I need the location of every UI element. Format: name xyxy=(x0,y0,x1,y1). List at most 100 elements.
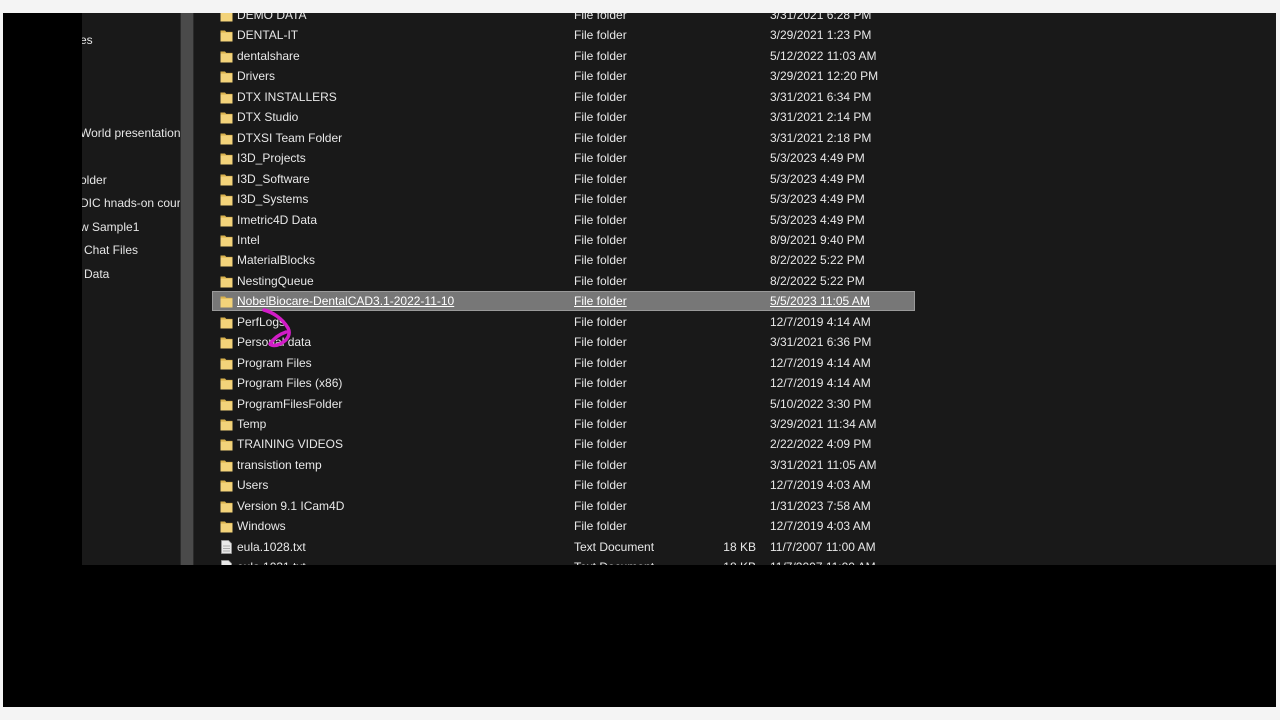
nav-item[interactable]: w Sample1 xyxy=(82,219,139,235)
table-row[interactable]: Personal data File folder 3/31/2021 6:36 P… xyxy=(212,332,915,352)
file-date-modified: 1/31/2023 7:58 AM xyxy=(770,498,871,513)
file-type: File folder xyxy=(574,457,627,472)
file-name: DENTAL-IT xyxy=(237,28,299,43)
file-date-modified: 12/7/2019 4:03 AM xyxy=(770,478,871,493)
nav-item[interactable]: es xyxy=(82,32,93,48)
navigation-pane: es World presentation r older DIC hnads-… xyxy=(82,13,180,565)
folder-icon xyxy=(220,131,233,145)
file-name: DTXSI Team Folder xyxy=(237,130,343,145)
folder-icon xyxy=(220,192,233,206)
file-type: File folder xyxy=(574,130,627,145)
file-date-modified: 11/7/2007 11:00 AM xyxy=(770,559,876,565)
table-row[interactable]: PerfLogs File folder 12/7/2019 4:14 AM xyxy=(212,312,915,332)
table-row[interactable]: transistion temp File folder 3/31/2021 11:… xyxy=(212,455,915,475)
frame-right xyxy=(1276,13,1280,707)
screen: es World presentation r older DIC hnads-… xyxy=(0,0,1280,720)
table-row[interactable]: Program Files File folder 12/7/2019 4:14 A… xyxy=(212,353,915,373)
table-row[interactable]: MaterialBlocks File folder 8/2/2022 5:22 P… xyxy=(212,250,915,270)
table-row[interactable]: I3D_Projects File folder 5/3/2023 4:49 PM xyxy=(212,148,915,168)
table-row[interactable]: eula.1031.txt Text Document 18 KB 11/7/2007… xyxy=(212,557,915,565)
table-row[interactable]: DTXSI Team Folder File folder 3/31/2021 2:… xyxy=(212,128,915,148)
file-date-modified: 8/9/2021 9:40 PM xyxy=(770,232,865,247)
file-date-modified: 3/31/2021 11:05 AM xyxy=(770,457,877,472)
folder-icon xyxy=(220,417,233,431)
nav-item[interactable]: World presentation r xyxy=(82,125,180,141)
file-date-modified: 5/10/2022 3:30 PM xyxy=(770,396,872,411)
table-row[interactable]: eula.1028.txt Text Document 18 KB 11/7/2007… xyxy=(212,537,915,557)
folder-icon xyxy=(220,315,233,329)
file-type: File folder xyxy=(574,192,627,207)
nav-item[interactable]: DIC hnads-on cour xyxy=(82,195,180,211)
file-date-modified: 5/12/2022 11:03 AM xyxy=(770,48,877,63)
nav-item[interactable]: Data xyxy=(84,266,109,282)
file-date-modified: 3/31/2021 6:36 PM xyxy=(770,335,872,350)
folder-icon xyxy=(220,356,233,370)
folder-icon xyxy=(220,13,233,22)
nav-item[interactable]: Chat Files xyxy=(84,242,138,258)
file-date-modified: 3/31/2021 6:34 PM xyxy=(770,89,872,104)
file-date-modified: 8/2/2022 5:22 PM xyxy=(770,253,865,268)
frame-top xyxy=(0,0,1280,13)
table-row[interactable]: I3D_Systems File folder 5/3/2023 4:49 PM xyxy=(212,189,915,209)
file-type: File folder xyxy=(574,232,627,247)
table-row[interactable]: Temp File folder 3/29/2021 11:34 AM xyxy=(212,414,915,434)
file-name: transistion temp xyxy=(237,457,322,472)
table-row[interactable]: DENTAL-IT File folder 3/29/2021 1:23 PM xyxy=(212,25,915,45)
folder-icon xyxy=(220,253,233,267)
table-row[interactable]: dentalshare File folder 5/12/2022 11:03 AM xyxy=(212,46,915,66)
file-date-modified: 3/31/2021 2:18 PM xyxy=(770,130,872,145)
file-type: File folder xyxy=(574,437,627,452)
file-date-modified: 12/7/2019 4:14 AM xyxy=(770,355,871,370)
file-name: Windows xyxy=(237,519,286,534)
table-row[interactable]: Intel File folder 8/9/2021 9:40 PM xyxy=(212,230,915,250)
folder-icon xyxy=(220,172,233,186)
folder-icon xyxy=(220,28,233,42)
file-name: Temp xyxy=(237,417,267,431)
nav-item[interactable]: older xyxy=(82,172,107,188)
table-row[interactable]: Drivers File folder 3/29/2021 12:20 PM xyxy=(212,66,915,86)
file-type: Text Document xyxy=(574,559,654,565)
folder-icon xyxy=(220,151,233,165)
table-row[interactable]: ProgramFilesFolder File folder 5/10/2022 3… xyxy=(212,394,915,414)
file-date-modified: 5/3/2023 4:49 PM xyxy=(770,212,865,227)
table-row[interactable]: DEMO DATA File folder 3/31/2021 6:28 PM xyxy=(212,13,915,25)
file-type: File folder xyxy=(574,519,627,534)
folder-icon xyxy=(220,274,233,288)
file-date-modified: 12/7/2019 4:03 AM xyxy=(770,519,871,534)
file-name: eula.1031.txt xyxy=(237,559,306,565)
table-row[interactable]: Windows File folder 12/7/2019 4:03 AM xyxy=(212,516,915,536)
table-row[interactable]: I3D_Software File folder 5/3/2023 4:49 PM xyxy=(212,169,915,189)
navigation-scrollbar-thumb[interactable] xyxy=(181,13,193,565)
file-date-modified: 5/5/2023 11:05 AM xyxy=(770,294,870,309)
file-name: I3D_Software xyxy=(237,171,310,186)
file-name: I3D_Systems xyxy=(237,192,309,207)
file-name: Intel xyxy=(237,232,260,247)
table-row[interactable]: NestingQueue File folder 8/2/2022 5:22 PM xyxy=(212,271,915,291)
folder-icon xyxy=(220,335,233,349)
file-date-modified: 2/22/2022 4:09 PM xyxy=(770,437,872,452)
file-type: File folder xyxy=(574,355,627,370)
frame-bottom xyxy=(0,707,1280,720)
file-date-modified: 12/7/2019 4:14 AM xyxy=(770,314,871,329)
file-name: PerfLogs xyxy=(237,314,286,329)
table-row[interactable]: DTX Studio File folder 3/31/2021 2:14 PM xyxy=(212,107,915,127)
file-name: MaterialBlocks xyxy=(237,253,316,268)
table-row[interactable]: Imetric4D Data File folder 5/3/2023 4:49 P… xyxy=(212,210,915,230)
table-row[interactable]: Version 9.1 ICam4D File folder 1/31/2023 7… xyxy=(212,496,915,516)
text-document-icon xyxy=(220,539,233,554)
file-type: File folder xyxy=(574,478,627,493)
table-row-selected[interactable]: NobelBiocare-DentalCAD3.1-2022-11-10 File… xyxy=(212,291,915,312)
table-row[interactable]: Program Files (x86) File folder 12/7/2019 … xyxy=(212,373,915,393)
file-name: dentalshare xyxy=(237,48,300,63)
table-row[interactable]: Users File folder 12/7/2019 4:03 AM xyxy=(212,475,915,495)
file-type: File folder xyxy=(574,335,627,350)
file-type: File folder xyxy=(574,48,627,63)
table-row[interactable]: DTX INSTALLERS File folder 3/31/2021 6:34 … xyxy=(212,87,915,107)
folder-icon xyxy=(220,478,233,492)
folder-icon xyxy=(220,69,233,83)
file-name: I3D_Projects xyxy=(237,151,306,166)
file-date-modified: 5/3/2023 4:49 PM xyxy=(770,151,865,166)
table-row[interactable]: TRAINING VIDEOS File folder 2/22/2022 4:09… xyxy=(212,434,915,454)
file-date-modified: 3/31/2021 2:14 PM xyxy=(770,110,872,125)
folder-icon xyxy=(220,213,233,227)
